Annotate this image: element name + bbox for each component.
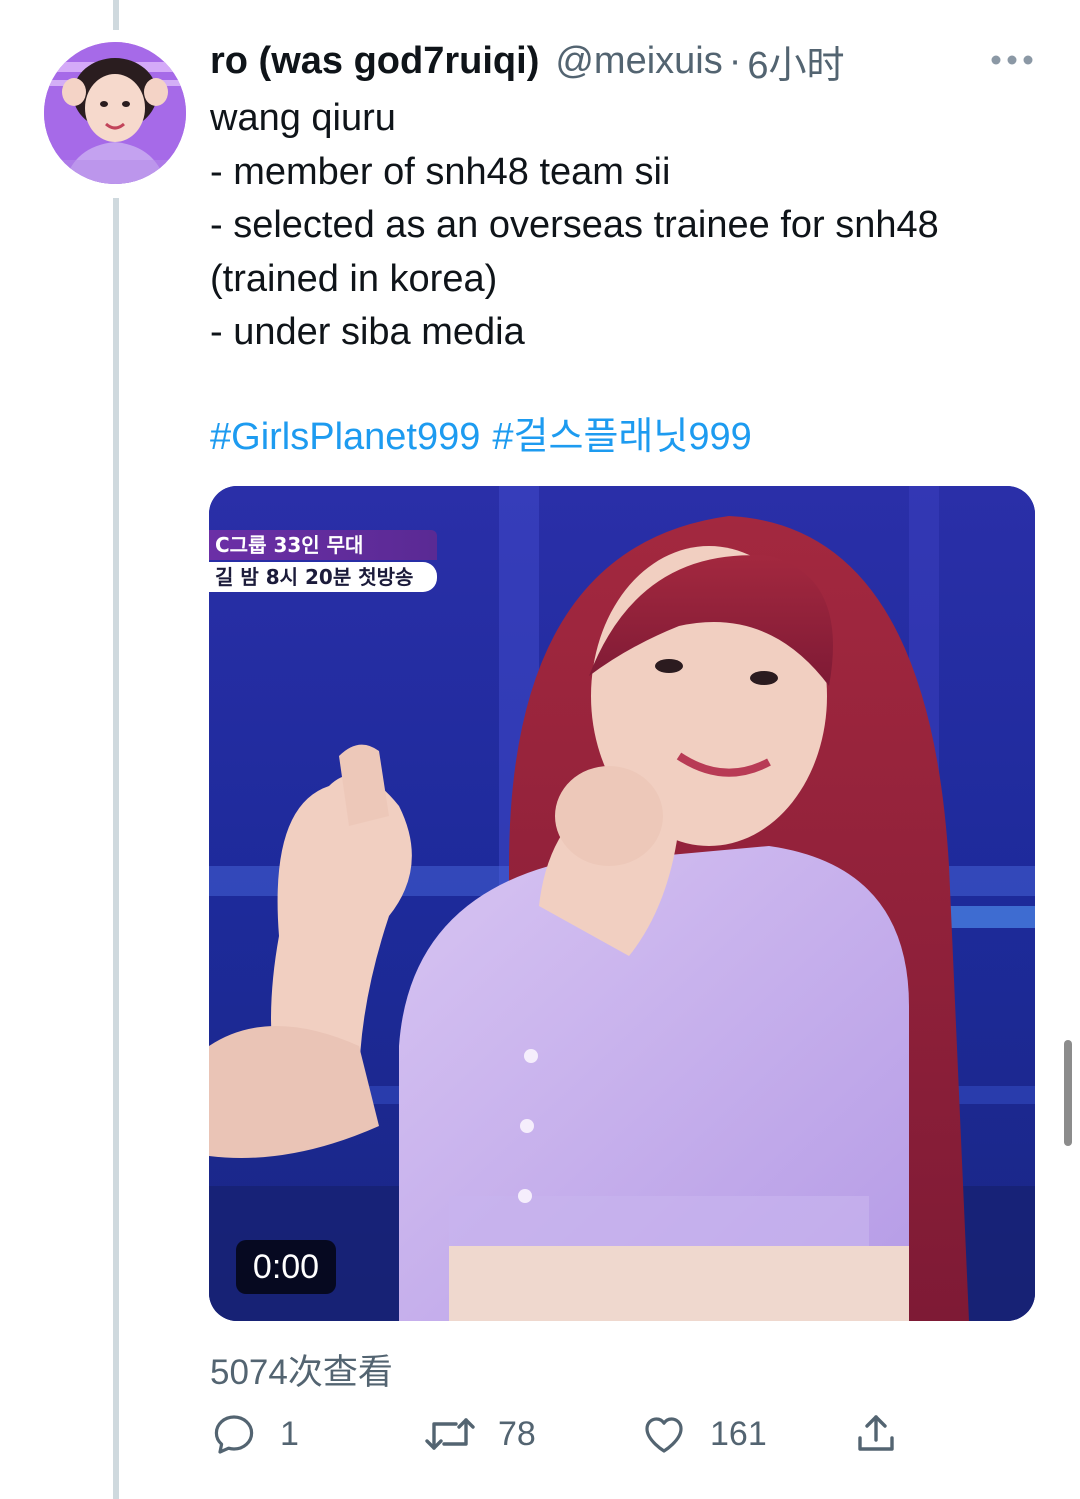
video-duration-badge: 0:00 (236, 1240, 336, 1294)
reply-button[interactable]: 1 (210, 1404, 299, 1464)
reply-count: 1 (280, 1414, 299, 1453)
share-icon (858, 1415, 894, 1451)
hashtag-link[interactable]: #GirlsPlanet999 (210, 416, 480, 458)
tweet-text: wang qiuru - member of snh48 team sii - … (210, 92, 1060, 360)
view-count: 5074次查看 (210, 1353, 393, 1392)
tweet-text-line: - under siba media (210, 311, 525, 353)
tweet-timestamp[interactable]: 6小时 (747, 34, 844, 89)
display-name[interactable]: ro (was god7ruiqi) (210, 40, 539, 83)
more-horizontal-icon[interactable] (990, 50, 1034, 70)
avatar[interactable] (44, 42, 186, 184)
retweet-icon (425, 1418, 475, 1450)
tweet-header: ro (was god7ruiqi) @meixuis · 6小时 (210, 34, 845, 89)
tweet-text-line: (trained in korea) (210, 257, 498, 300)
scrollbar-thumb[interactable] (1064, 1040, 1072, 1146)
retweet-button[interactable]: 78 (424, 1404, 536, 1464)
user-handle[interactable]: @meixuis (555, 40, 722, 83)
broadcast-caption: C그룹 33인 무대 길 밤 8시 20분 첫방송 (209, 530, 437, 592)
caption-line-1: C그룹 33인 무대 (209, 530, 437, 560)
caption-line-2: 길 밤 8시 20분 첫방송 (209, 562, 437, 592)
retweet-count: 78 (498, 1414, 536, 1453)
video-player[interactable]: C그룹 33인 무대 길 밤 8시 20분 첫방송 (209, 486, 1035, 1321)
heart-icon (645, 1417, 683, 1453)
video-frame (209, 486, 1035, 1321)
thread-line (113, 198, 119, 1499)
tweet-text-line: - selected as an overseas trainee for sn… (210, 204, 939, 246)
tweet-text-line: wang qiuru (210, 97, 396, 139)
hashtag-link[interactable]: #걸스플래닛999 (492, 416, 751, 458)
like-button[interactable]: 161 (640, 1404, 767, 1464)
avatar-image (44, 42, 186, 184)
like-count: 161 (710, 1414, 767, 1453)
hashtags: #GirlsPlanet999 #걸스플래닛999 (210, 412, 764, 462)
reply-icon (214, 1415, 254, 1454)
tweet-text-line: - member of snh48 team sii (210, 150, 671, 193)
action-bar: 1 78 161 (0, 1404, 1080, 1464)
share-button[interactable] (852, 1404, 900, 1464)
thread-line-top (113, 0, 119, 30)
separator-dot: · (728, 39, 742, 82)
